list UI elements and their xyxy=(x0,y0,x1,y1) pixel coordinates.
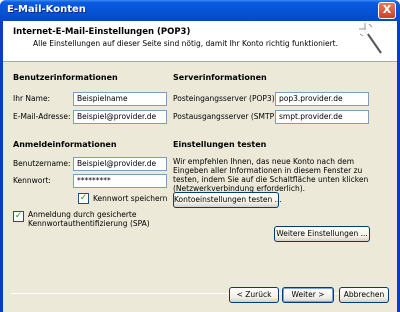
test-description-3: testen, indem Sie auf die Schaltfläche u… xyxy=(173,175,369,184)
email-field[interactable]: Beispiel@provider.de xyxy=(73,110,167,124)
login-info-heading: Anmeldeinformationen xyxy=(13,140,117,149)
window-title: E-Mail-Konten xyxy=(7,4,86,15)
incoming-server-label: Posteingangsserver (POP3): xyxy=(173,94,278,103)
cancel-button[interactable]: Abbrechen xyxy=(339,287,389,303)
close-button[interactable]: X xyxy=(378,2,396,19)
test-settings-heading: Einstellungen testen xyxy=(173,140,267,149)
page-title: Internet-E-Mail-Einstellungen (POP3) xyxy=(13,27,191,37)
title-bar[interactable]: E-Mail-Konten X xyxy=(0,0,400,21)
server-info-heading: Serverinformationen xyxy=(173,73,267,82)
more-settings-button[interactable]: Weitere Einstellungen ... xyxy=(274,226,370,242)
test-account-settings-button[interactable]: Kontoeinstellungen testen ... xyxy=(173,192,282,208)
spa-label-line2: Kennwortauthentifizierung (SPA) xyxy=(28,219,150,228)
spa-checkbox[interactable]: ✓ xyxy=(13,211,24,222)
next-button[interactable]: Weiter > xyxy=(282,287,334,303)
save-password-label: Kennwort speichern xyxy=(93,194,168,203)
spa-label-line1: Anmeldung durch gesicherte xyxy=(28,210,137,219)
test-description-2: Eingeben aller Informationen in diesem F… xyxy=(173,166,363,175)
email-label: E-Mail-Adresse: xyxy=(13,112,71,121)
wizard-header: Internet-E-Mail-Einstellungen (POP3) All… xyxy=(3,21,397,62)
name-field[interactable]: Beispielname xyxy=(73,92,167,106)
user-info-heading: Benutzerinformationen xyxy=(13,73,118,82)
save-password-checkbox[interactable]: ✓ xyxy=(78,193,89,204)
outgoing-server-field[interactable]: smpt.provider.de xyxy=(275,110,369,124)
username-field[interactable]: Beispiel@provider.de xyxy=(73,157,167,171)
incoming-server-field[interactable]: pop3.provider.de xyxy=(275,92,369,106)
outgoing-server-label: Postausgangsserver (SMTP): xyxy=(173,112,280,121)
name-label: Ihr Name: xyxy=(13,94,51,103)
back-button[interactable]: < Zurück xyxy=(229,287,279,303)
email-accounts-window: E-Mail-Konten X Internet-E-Mail-Einstell… xyxy=(0,0,400,312)
username-label: Benutzername: xyxy=(13,159,71,168)
wizard-wand-icon xyxy=(359,23,382,54)
password-label: Kennwort: xyxy=(13,176,51,185)
page-subtitle: Alle Einstellungen auf dieser Seite sind… xyxy=(33,39,339,48)
test-description-1: Wir empfehlen Ihnen, das neue Konto nach… xyxy=(173,157,355,166)
password-field[interactable]: ********* xyxy=(73,174,167,188)
dialog-client: Internet-E-Mail-Einstellungen (POP3) All… xyxy=(3,21,397,312)
